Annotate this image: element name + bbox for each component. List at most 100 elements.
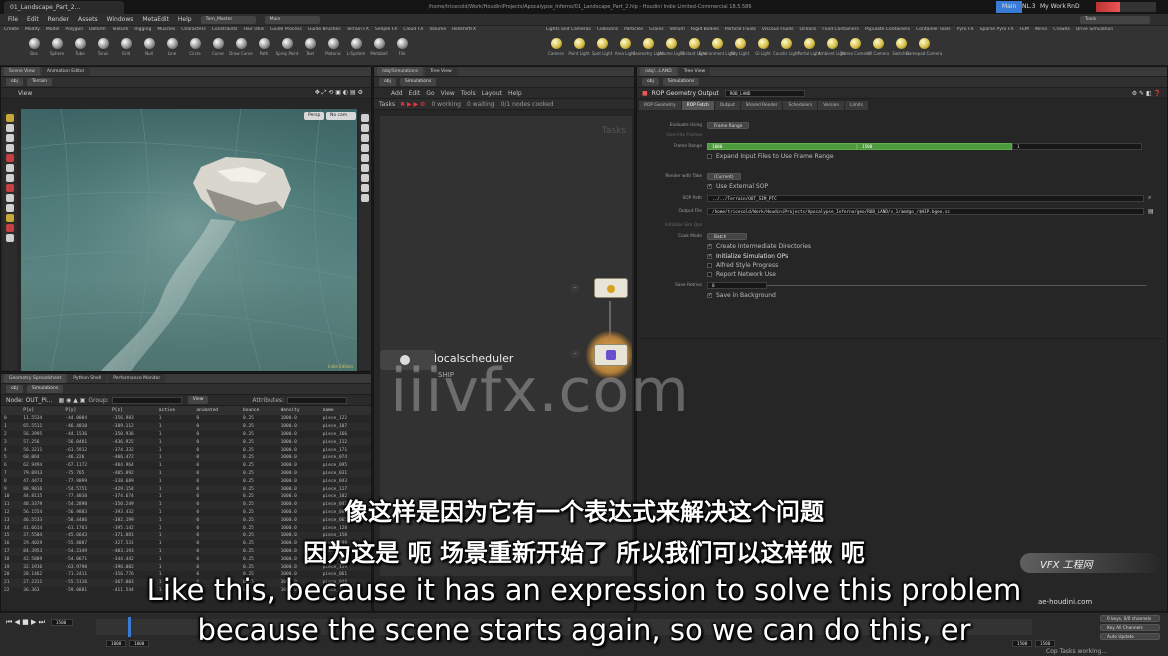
wireframe-icon[interactable] — [361, 134, 369, 142]
tab-limits[interactable]: Limits — [845, 101, 868, 110]
shelf-tab-modify[interactable]: Modify — [25, 27, 40, 32]
menu-help[interactable]: Help — [508, 90, 522, 97]
initialize-sim-checkbox[interactable]: ✓ — [707, 253, 712, 259]
shelf-tool-path[interactable]: Path — [254, 38, 274, 56]
shelf-tab-guide-brushes[interactable]: Guide Brushes — [308, 27, 341, 32]
menu-add[interactable]: Add — [391, 90, 403, 97]
create-dirs-checkbox[interactable]: ✓ — [707, 243, 712, 249]
menu-view[interactable]: View — [441, 90, 455, 97]
path-obj[interactable]: obj — [642, 78, 659, 86]
shelf-tab-wires[interactable]: Wires — [1035, 27, 1047, 32]
handle-tool-icon[interactable] — [6, 154, 14, 162]
tab-tree-view-params[interactable]: Tree View — [678, 67, 711, 76]
shelf-tool-grid[interactable]: Grid — [116, 38, 136, 56]
node-input-icon[interactable]: – — [570, 284, 580, 292]
shelf-tab-drive-simulation[interactable]: Drive Simulation — [1076, 27, 1113, 32]
tab-performance-monitor[interactable]: Performance Monitor — [108, 374, 166, 383]
path-simulations[interactable]: Simulations — [399, 78, 437, 86]
table-row[interactable]: 4 56.3211 -61.5912 -374.332 1 0 0.25 1000.0 piec… — [1, 446, 371, 454]
shelf-tool-torus[interactable]: Torus — [93, 38, 113, 56]
shelf-tab-model[interactable]: Model — [46, 27, 60, 32]
frame-inc-field[interactable]: 1 — [1012, 142, 1142, 150]
tab-tree-view[interactable]: Tree View — [425, 67, 457, 76]
tab-rop-geometry[interactable]: ROP Geometry — [639, 101, 681, 110]
shelf-tab-viscous-fluids[interactable]: Viscous Fluids — [762, 27, 794, 32]
tab-python-shell[interactable]: Python Shell — [68, 374, 107, 383]
tab-shared-render[interactable]: Shared Render — [740, 101, 783, 110]
snap-tool-icon[interactable] — [6, 194, 14, 202]
shelf-tab-deform[interactable]: Deform — [89, 27, 106, 32]
view-dropdown[interactable]: View — [187, 396, 209, 404]
column-header[interactable]: P[z] — [109, 406, 156, 415]
table-row[interactable]: 2 56.3995 -44.1536 -350.936 1 0 0.25 1000.0 piec… — [1, 431, 371, 439]
frame-start-field[interactable]: 1000 — [707, 142, 857, 150]
rotate-tool-icon[interactable] — [6, 134, 14, 142]
point-mode-icon[interactable]: ▦ ◉ ▲ ▣ — [58, 397, 85, 404]
shelf-tool-l-system[interactable]: L-System — [346, 38, 366, 56]
shelf-tab-characters[interactable]: Characters — [181, 27, 206, 32]
column-header[interactable] — [1, 406, 21, 415]
background-checkbox[interactable]: ✓ — [707, 292, 712, 298]
path-obj[interactable]: obj — [379, 78, 396, 86]
3d-viewport[interactable]: Persp No cam Indie Edition — [21, 109, 357, 371]
shelf-tab-particle-fluids[interactable]: Particle Fluids — [725, 27, 756, 32]
shelf-tab-constraints[interactable]: Constraints — [212, 27, 238, 32]
tab-scene-view[interactable]: Scene View — [4, 67, 40, 76]
normals-icon[interactable] — [361, 164, 369, 172]
shelf-tool-circle[interactable]: Circle — [185, 38, 205, 56]
path-terrain[interactable]: Terrain — [26, 78, 53, 86]
path-obj[interactable]: obj — [6, 385, 23, 393]
shelf-tool-line[interactable]: Line — [162, 38, 182, 56]
shelf-tab-create[interactable]: Create — [4, 27, 19, 32]
shelf-tool-metaball[interactable]: Metaball — [369, 38, 389, 56]
shelf-tool-spot-light[interactable]: Spot Light — [592, 38, 612, 56]
menu-windows[interactable]: Windows — [107, 16, 134, 23]
shelf-tool-portal-light[interactable]: Portal Light — [798, 38, 820, 56]
report-checkbox[interactable] — [707, 271, 712, 277]
group-field[interactable] — [111, 396, 182, 404]
tab-version[interactable]: Version — [818, 101, 845, 110]
output-file-browse-icon[interactable]: ▤ — [1148, 208, 1154, 215]
shelf-tab-guide-process[interactable]: Guide Process — [270, 27, 302, 32]
shelf-tab-particles[interactable]: Particles — [624, 27, 643, 32]
shelf-tool-ambient-light[interactable]: Ambient Light — [818, 38, 846, 56]
output-file-field[interactable]: /home/tricecold/Work/HoudiniProjects/Apo… — [707, 207, 1144, 215]
tab-rop-fetch[interactable]: ROP Fetch — [681, 101, 714, 110]
shelf-tab-sparse-pyro-fx[interactable]: Sparse Pyro FX — [980, 27, 1014, 32]
frame-end-field[interactable]: 1500 — [857, 142, 1012, 150]
menu-render[interactable]: Render — [48, 16, 69, 23]
expand-checkbox[interactable] — [707, 153, 712, 159]
shelf-tool-volume-light[interactable]: Volume Light — [658, 38, 684, 56]
menu-help[interactable]: Help — [178, 16, 192, 23]
view-tool-icon[interactable] — [6, 184, 14, 192]
shelf-tab-redshiftfx[interactable]: RedshiftFX — [452, 27, 476, 32]
path-obj[interactable]: obj — [6, 78, 23, 86]
lighting-icon[interactable] — [361, 144, 369, 152]
table-row[interactable]: 0 11.5534 -44.0004 -356.983 1 0 0.25 1000.0 piec… — [1, 415, 371, 423]
camera-button[interactable]: No cam — [326, 112, 356, 120]
tab-network-view[interactable]: /obj/Simulations — [377, 67, 424, 76]
rop-geometry-node[interactable] — [594, 278, 628, 298]
shelf-tool-vr-camera[interactable]: VR Camera — [867, 38, 889, 56]
shelf-tab-vellum[interactable]: Vellum — [670, 27, 685, 32]
tab-animation-editor[interactable]: Animation Editor — [41, 67, 90, 76]
shading-icon[interactable] — [361, 124, 369, 132]
tools-dropdown[interactable]: Tools — [1080, 15, 1150, 24]
table-row[interactable]: 6 62.9494 -67.1172 -404.964 1 0 0.25 1000.0 piec… — [1, 462, 371, 470]
shelf-tab-terrain-fx[interactable]: Terrain FX — [347, 27, 369, 32]
shelf-tab-hair-utils[interactable]: Hair Utils — [244, 27, 265, 32]
shelf-tool-environment-light[interactable]: Environment Light — [699, 38, 735, 56]
move-tool-icon[interactable] — [6, 124, 14, 132]
sop-path-field[interactable]: ../../Terrain/OUT_SIM_PTC — [707, 194, 1144, 202]
shelf-tab-lights-and-cameras[interactable]: Lights and Cameras — [546, 27, 591, 32]
shelf-tool-box[interactable]: Box — [24, 38, 44, 56]
shelf-tab-muscles[interactable]: Muscles — [157, 27, 175, 32]
shelf-tab-fluid-containers[interactable]: Fluid Containers — [822, 27, 859, 32]
menu-file[interactable]: File — [8, 16, 18, 23]
cook-mode-dropdown[interactable]: Batch — [707, 232, 747, 240]
shelf-tab-fem[interactable]: FEM — [1020, 27, 1029, 32]
table-row[interactable]: 8 47.4473 -77.9099 -338.689 1 0 0.25 1000.0 piec… — [1, 477, 371, 485]
shelf-tool-curve[interactable]: Curve — [208, 38, 228, 56]
brush-tool-icon[interactable] — [6, 174, 14, 182]
shelf-tab-volume[interactable]: Volume — [429, 27, 446, 32]
